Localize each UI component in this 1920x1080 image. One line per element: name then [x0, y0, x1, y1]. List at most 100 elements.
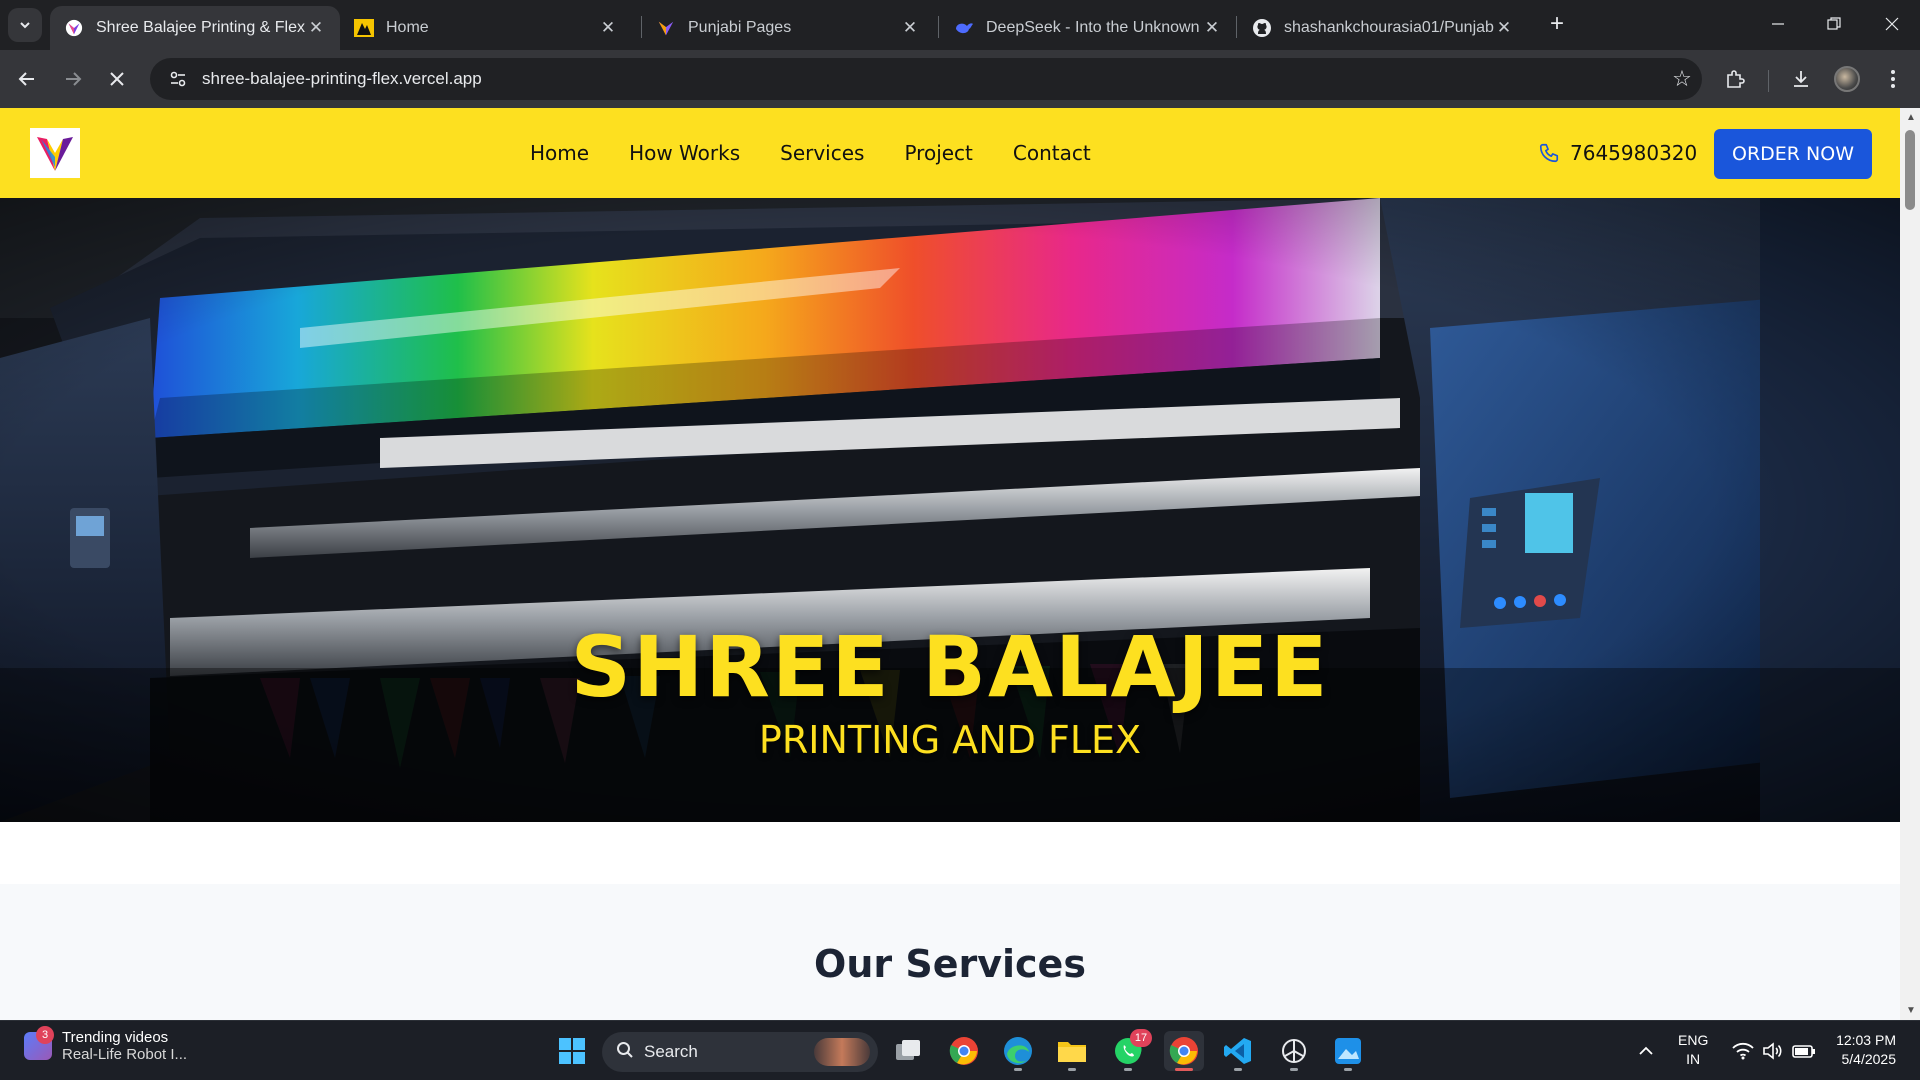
site-settings-icon[interactable] [156, 70, 200, 88]
section-spacer [0, 822, 1900, 884]
scroll-thumb[interactable] [1905, 130, 1915, 210]
phone-icon [1538, 142, 1560, 164]
home-favicon-icon [354, 18, 374, 38]
hero-subtitle: PRINTING AND FLEX [758, 718, 1142, 762]
url-text: shree-balajee-printing-flex.vercel.app [202, 69, 482, 88]
nav-how-works[interactable]: How Works [629, 141, 740, 165]
tab-punjabi-pages[interactable]: Punjabi Pages ✕ [642, 6, 934, 50]
toolbar-separator [1768, 70, 1769, 92]
app-running-indicator [1124, 1068, 1132, 1071]
tab-title: Shree Balajee Printing & Flex [96, 19, 305, 36]
app-running-indicator [1068, 1068, 1076, 1071]
tab-shree-balajee[interactable]: Shree Balajee Printing & Flex ✕ [50, 6, 340, 50]
input-language[interactable]: ENG IN [1678, 1031, 1708, 1069]
tab-title: shashankchourasia01/Punjabi_ [1284, 19, 1494, 36]
system-clock[interactable]: 12:03 PM 5/4/2025 [1832, 1031, 1896, 1069]
phone-number: 7645980320 [1570, 141, 1698, 165]
chatgpt-app-icon[interactable] [1274, 1031, 1314, 1071]
page-viewport: Home How Works Services Project Contact … [0, 108, 1900, 1020]
hero-banner: SHREE BALAJEE PRINTING AND FLEX [0, 198, 1900, 822]
tab-home[interactable]: Home ✕ [340, 6, 632, 50]
restore-button[interactable] [1806, 0, 1862, 48]
hero-title: SHREE BALAJEE [570, 618, 1330, 716]
chrome-active-app-icon[interactable] [1164, 1031, 1204, 1071]
battery-icon[interactable] [1792, 1021, 1816, 1080]
browser-toolbar: shree-balajee-printing-flex.vercel.app ☆ [0, 50, 1920, 108]
site-logo[interactable] [30, 128, 80, 178]
whatsapp-app-icon[interactable]: 17 [1108, 1029, 1152, 1071]
clock-date: 5/4/2025 [1841, 1051, 1897, 1067]
services-section: Our Services [0, 884, 1900, 1020]
tab-close-icon[interactable]: ✕ [900, 18, 920, 38]
edge-app-icon[interactable] [998, 1031, 1038, 1071]
tray-overflow-icon[interactable] [1638, 1021, 1654, 1080]
nav-project[interactable]: Project [904, 141, 972, 165]
punjabi-pages-favicon-icon [656, 18, 676, 38]
search-icon [616, 1041, 634, 1064]
file-explorer-icon[interactable] [1052, 1031, 1092, 1071]
taskbar-search[interactable]: Search [602, 1032, 878, 1072]
nav-contact[interactable]: Contact [1013, 141, 1091, 165]
windows-taskbar: 3 Trending videos Real-Life Robot I... S… [0, 1020, 1920, 1080]
tab-title: Home [386, 19, 429, 36]
deepseek-favicon-icon [954, 18, 974, 38]
phone-link[interactable]: 7645980320 [1538, 108, 1697, 198]
new-tab-button[interactable]: + [1542, 10, 1572, 40]
vscode-app-icon[interactable] [1218, 1031, 1258, 1071]
scroll-up-arrow-icon[interactable]: ▲ [1906, 112, 1916, 123]
menu-icon[interactable] [1876, 62, 1910, 96]
github-favicon-icon [1252, 18, 1272, 38]
widgets-icon: 3 [24, 1026, 54, 1060]
close-window-button[interactable] [1864, 0, 1920, 48]
scroll-down-arrow-icon[interactable]: ▼ [1906, 1005, 1916, 1016]
shree-balajee-favicon-icon [64, 18, 84, 38]
widget-title: Trending videos [62, 1029, 169, 1046]
lang-line1: ENG [1678, 1032, 1709, 1048]
task-view-icon[interactable] [888, 1031, 928, 1071]
tab-list-icon[interactable] [8, 8, 42, 42]
order-now-button[interactable]: ORDER NOW [1714, 129, 1872, 179]
tab-close-icon[interactable]: ✕ [306, 18, 326, 38]
tab-github[interactable]: shashankchourasia01/Punjabi_ ✕ [1238, 6, 1528, 50]
app-running-indicator [1175, 1068, 1193, 1071]
nav-home[interactable]: Home [530, 141, 589, 165]
windows-start-icon[interactable] [552, 1031, 592, 1071]
widget-subtitle: Real-Life Robot I... [62, 1046, 188, 1063]
extensions-icon[interactable] [1718, 62, 1752, 96]
tab-deepseek[interactable]: DeepSeek - Into the Unknown ✕ [940, 6, 1236, 50]
star-icon[interactable]: ☆ [1662, 66, 1702, 92]
whatsapp-badge: 17 [1130, 1029, 1152, 1047]
app-running-indicator [1290, 1068, 1298, 1071]
widgets-button[interactable]: 3 Trending videos Real-Life Robot I... [24, 1026, 188, 1063]
photos-app-icon[interactable] [1328, 1031, 1368, 1071]
main-menu: Home How Works Services Project Contact [530, 108, 1091, 198]
tab-close-icon[interactable]: ✕ [1494, 18, 1514, 38]
search-label: Search [644, 1042, 698, 1061]
clock-time: 12:03 PM [1836, 1032, 1896, 1048]
widgets-badge: 3 [36, 1026, 54, 1044]
services-heading: Our Services [814, 942, 1086, 986]
download-icon[interactable] [1784, 62, 1818, 96]
page-scrollbar[interactable]: ▲ ▼ [1900, 108, 1920, 1020]
back-icon[interactable] [10, 62, 44, 96]
tab-separator [1236, 16, 1237, 38]
volume-icon[interactable] [1762, 1021, 1784, 1080]
site-navbar: Home How Works Services Project Contact … [0, 108, 1900, 198]
browser-tabstrip: Shree Balajee Printing & Flex ✕ Home ✕ P… [0, 0, 1920, 50]
forward-icon[interactable] [56, 62, 90, 96]
tab-title: Punjabi Pages [688, 19, 792, 36]
tab-separator [938, 16, 939, 38]
tab-close-icon[interactable]: ✕ [1202, 18, 1222, 38]
minimize-button[interactable] [1750, 0, 1806, 48]
address-bar[interactable]: shree-balajee-printing-flex.vercel.app ☆ [150, 58, 1702, 100]
profile-avatar[interactable] [1830, 62, 1864, 96]
app-running-indicator [1014, 1068, 1022, 1071]
tab-title: DeepSeek - Into the Unknown [986, 19, 1200, 36]
stop-icon[interactable] [100, 62, 134, 96]
chrome-app-icon[interactable] [944, 1031, 984, 1071]
lang-line2: IN [1686, 1051, 1701, 1067]
tab-close-icon[interactable]: ✕ [598, 18, 618, 38]
nav-services[interactable]: Services [780, 141, 864, 165]
wifi-icon[interactable] [1732, 1021, 1754, 1080]
app-running-indicator [1234, 1068, 1242, 1071]
